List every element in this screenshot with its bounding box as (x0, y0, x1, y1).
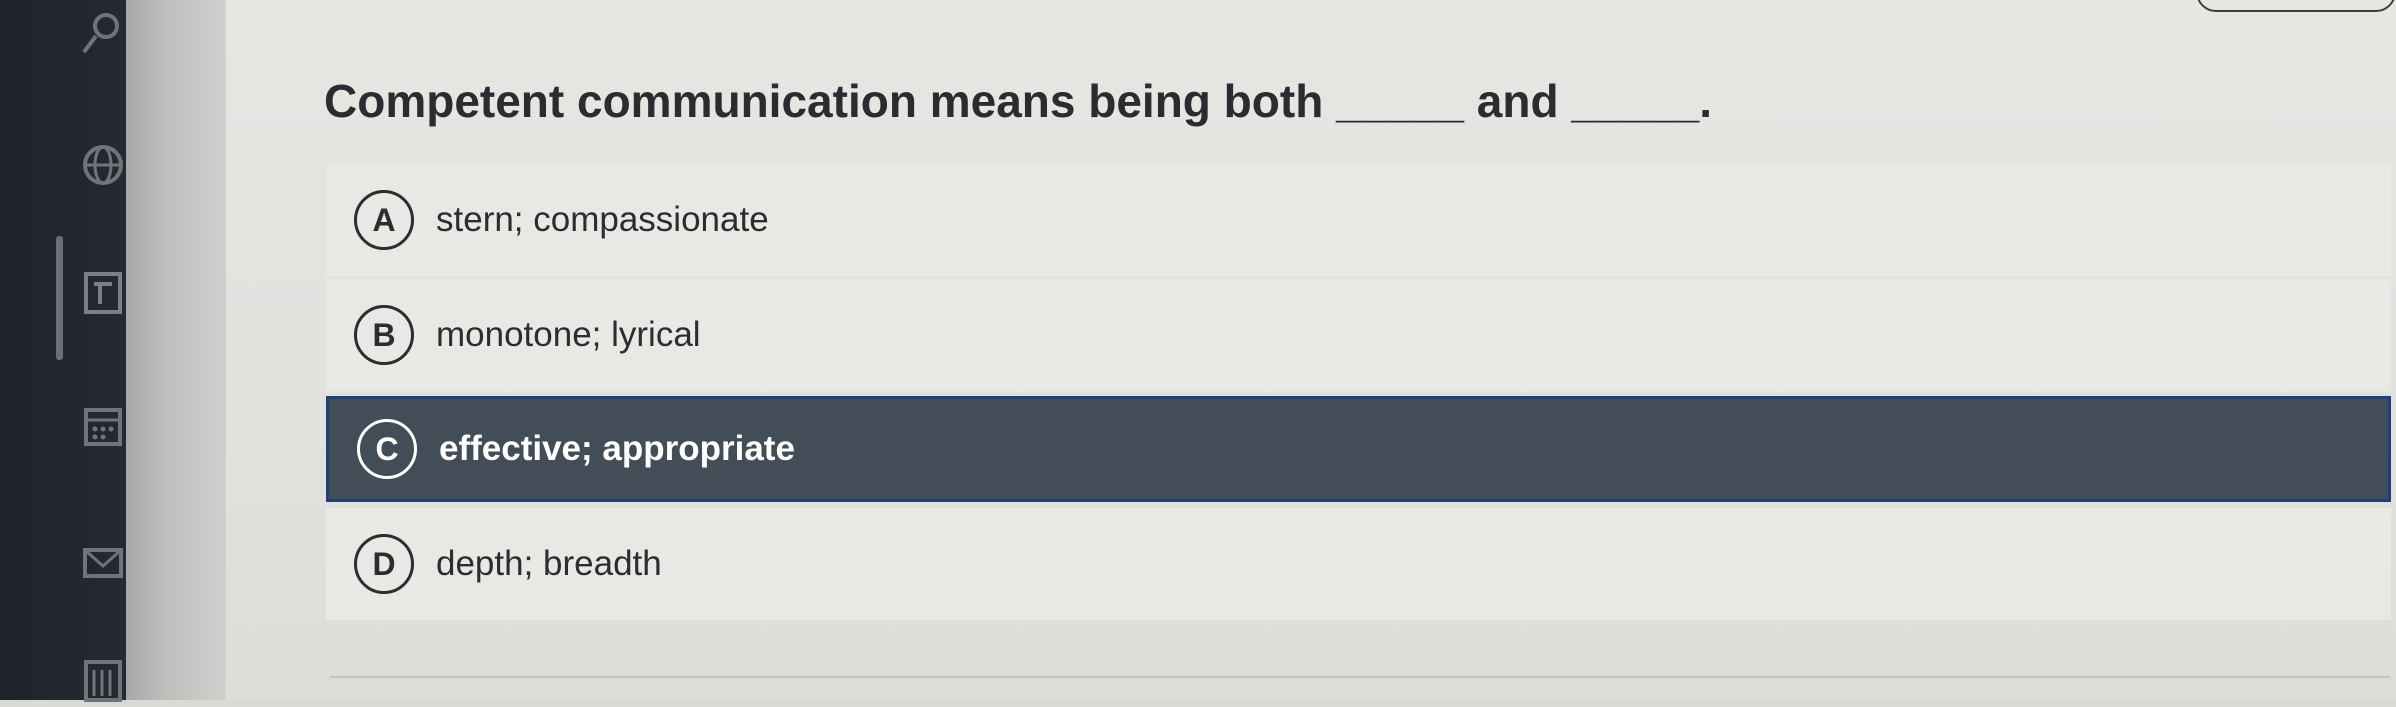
calendar-icon[interactable] (80, 402, 126, 448)
option-letter-b: B (354, 305, 414, 365)
globe-icon[interactable] (80, 142, 126, 188)
option-text-c: effective; appropriate (439, 429, 795, 468)
notes-icon[interactable] (80, 656, 126, 702)
active-nav-marker (56, 236, 63, 360)
top-pill-button[interactable] (2196, 0, 2396, 12)
sidebar-edge (126, 0, 226, 700)
option-text-a: stern; compassionate (436, 200, 769, 239)
option-letter-c: C (357, 419, 417, 479)
option-b[interactable]: B monotone; lyrical (326, 279, 2391, 391)
mail-icon[interactable] (80, 540, 126, 586)
option-text-d: depth; breadth (436, 544, 662, 583)
option-a[interactable]: A stern; compassionate (326, 164, 2391, 276)
user-icon[interactable] (80, 8, 126, 54)
option-d[interactable]: D depth; breadth (326, 508, 2391, 620)
option-letter-d: D (354, 534, 414, 594)
assignment-icon[interactable] (80, 270, 126, 316)
app-sidebar (0, 0, 126, 702)
question-text: Competent communication means being both… (324, 75, 1713, 127)
section-divider (330, 676, 2390, 678)
answer-options: A stern; compassionate B monotone; lyric… (326, 164, 2391, 623)
question-panel: Competent communication means being both… (226, 0, 2396, 700)
option-text-b: monotone; lyrical (436, 315, 701, 354)
option-letter-a: A (354, 190, 414, 250)
option-c[interactable]: C effective; appropriate (326, 396, 2391, 502)
